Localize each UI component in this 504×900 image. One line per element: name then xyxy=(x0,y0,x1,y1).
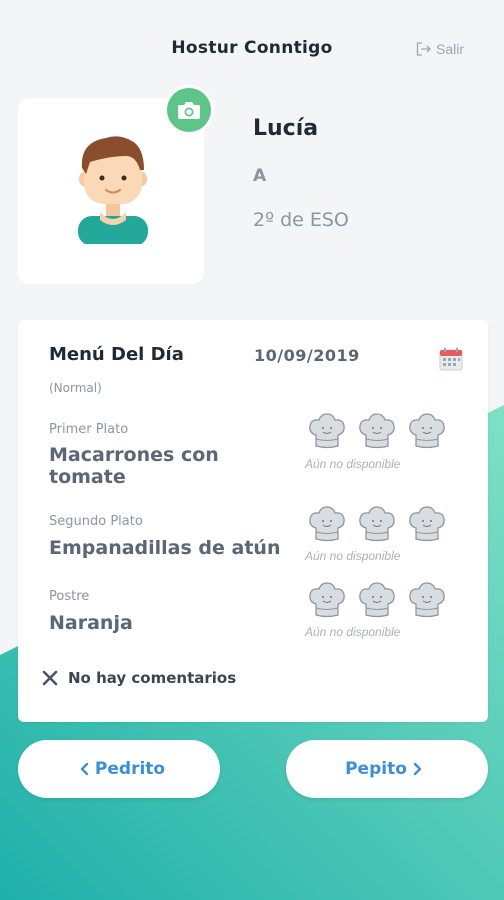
chef-hat-icon[interactable] xyxy=(358,582,396,618)
chef-hat-icon[interactable] xyxy=(408,506,446,542)
course-dish: Naranja xyxy=(49,612,133,634)
course-label: Postre xyxy=(49,589,90,604)
menu-date: 10/09/2019 xyxy=(254,346,360,365)
chef-hat-icon[interactable] xyxy=(308,413,346,449)
comments-text: No hay comentarios xyxy=(68,669,237,687)
chevron-right-icon xyxy=(413,762,422,776)
logout-label: Salir xyxy=(435,41,464,57)
avatar xyxy=(78,136,148,244)
chef-hat-icon[interactable] xyxy=(358,413,396,449)
rating-status: Aún no disponible xyxy=(305,549,401,563)
next-student-button[interactable]: Pepito xyxy=(286,740,488,798)
logout-icon xyxy=(416,42,431,56)
chef-hat-icon[interactable] xyxy=(308,582,346,618)
chef-hat-icon[interactable] xyxy=(358,506,396,542)
comments-row: No hay comentarios xyxy=(42,669,236,687)
next-student-label: Pepito xyxy=(345,759,407,779)
previous-student-label: Pedrito xyxy=(94,759,166,779)
student-course: 2º de ESO xyxy=(253,209,349,231)
rating-status: Aún no disponible xyxy=(305,625,401,639)
chef-hat-icon[interactable] xyxy=(408,582,446,618)
close-icon xyxy=(42,670,58,686)
change-photo-button[interactable] xyxy=(164,85,214,135)
camera-icon xyxy=(178,102,200,119)
chef-hat-icon[interactable] xyxy=(308,506,346,542)
student-name: Lucía xyxy=(253,116,319,141)
previous-student-button[interactable]: Pedrito xyxy=(18,740,220,798)
chef-hat-icon[interactable] xyxy=(408,413,446,449)
logout-button[interactable]: Salir xyxy=(416,41,464,57)
calendar-icon[interactable] xyxy=(439,347,463,371)
rating-status: Aún no disponible xyxy=(305,457,401,471)
course-label: Primer Plato xyxy=(49,422,129,437)
course-label: Segundo Plato xyxy=(49,514,143,529)
menu-type: (Normal) xyxy=(49,381,102,395)
rating-hats[interactable] xyxy=(308,413,446,449)
course-dish: Macarrones con tomate xyxy=(49,444,219,488)
rating-hats[interactable] xyxy=(308,506,446,542)
course-dish: Empanadillas de atún xyxy=(49,537,281,559)
top-bar: Hostur Conntigo Salir xyxy=(0,0,504,100)
menu-title: Menú Del Día xyxy=(49,344,184,365)
daily-menu-card: Menú Del Día (Normal) 10/09/2019 Primer … xyxy=(18,320,488,722)
rating-hats[interactable] xyxy=(308,582,446,618)
chevron-left-icon xyxy=(80,762,89,776)
student-group: A xyxy=(253,166,267,186)
